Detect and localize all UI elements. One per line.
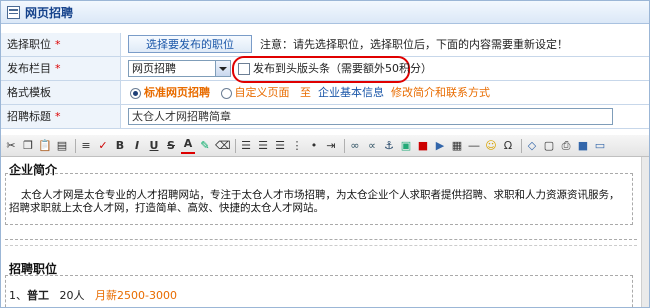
divider — [5, 239, 637, 240]
chevron-down-icon[interactable] — [215, 61, 230, 76]
smiley-icon[interactable]: ☺ — [484, 139, 498, 153]
align-right-icon[interactable]: ☰ — [273, 139, 287, 153]
divider — [5, 245, 637, 246]
toolbar-separator — [344, 138, 345, 153]
eraser-icon[interactable]: ⌫ — [215, 139, 231, 153]
recruit-panel: 网页招聘 选择职位 * 选择要发布的职位 注意：请先选择职位，选择职位后，下面的内… — [0, 0, 650, 308]
underline-icon[interactable]: U — [147, 139, 161, 153]
italic-icon[interactable]: I — [130, 139, 144, 153]
headline-checkbox-group[interactable]: 发布到头版头条（需要额外50积分） — [238, 60, 432, 77]
position-note: 注意：请先选择职位，选择职位后，下面的内容需要重新设定！ — [260, 38, 568, 51]
align-center-icon[interactable]: ☰ — [256, 139, 270, 153]
column-select-value: 网页招聘 — [132, 62, 176, 75]
highlight-icon[interactable]: ✎ — [198, 139, 212, 153]
job-salary: 月薪2500-3000 — [95, 289, 177, 302]
source-icon[interactable]: ◇ — [525, 139, 539, 153]
editor-area[interactable]: 企业简介 太仓人才网是太仓专业的人才招聘网站，专注于太仓人才市场招聘，为太仓企业… — [1, 157, 641, 307]
job-count: 20人 — [59, 289, 85, 302]
paste-icon[interactable]: 📋 — [38, 139, 52, 153]
company-info-link[interactable]: 企业基本信息 — [318, 86, 384, 99]
edit-profile-link[interactable]: 修改简介和联系方式 — [391, 86, 490, 99]
hr-icon[interactable]: ― — [467, 139, 481, 153]
to-label: 至 — [300, 86, 311, 99]
row-position: 选择职位 * 选择要发布的职位 注意：请先选择职位，选择职位后，下面的内容需要重新… — [1, 33, 649, 57]
editor-toolbar: ✂ ❐ 📋 ▤ ≡ ✓ B I U S A ✎ ⌫ ☰ ☰ ☰ ⋮ • ⇥ ∞ … — [1, 135, 649, 157]
required-mark: * — [55, 38, 61, 51]
column-select[interactable]: 网页招聘 — [128, 60, 231, 77]
format-icon[interactable]: ≡ — [79, 139, 93, 153]
toolbar-separator — [235, 138, 236, 153]
font-color-icon[interactable]: A — [181, 137, 195, 154]
template-value-cell: 标准网页招聘 自定义页面 至 企业基本信息 修改简介和联系方式 — [123, 81, 649, 104]
unlink-icon[interactable]: ∝ — [365, 139, 379, 153]
radio-custom[interactable] — [220, 87, 232, 99]
job-index: 1、 — [9, 289, 27, 302]
strike-icon[interactable]: S — [164, 139, 178, 153]
row-column: 发布栏目 * 网页招聘 发布到头版头条（需要额外50积分） — [1, 56, 649, 83]
fullscreen-icon[interactable]: ■ — [576, 139, 590, 153]
job-name: 普工 — [27, 289, 49, 302]
copy-icon[interactable]: ❐ — [21, 139, 35, 153]
image-icon[interactable]: ▣ — [399, 139, 413, 153]
bold-icon[interactable]: B — [113, 139, 127, 153]
template-label: 格式模板 — [7, 86, 51, 99]
preview-icon[interactable]: ▢ — [542, 139, 556, 153]
position-value-cell: 选择要发布的职位 注意：请先选择职位，选择职位后，下面的内容需要重新设定！ — [123, 33, 649, 56]
paste-text-icon[interactable]: ▤ — [55, 139, 69, 153]
print-icon[interactable]: ⎙ — [559, 139, 573, 153]
row-template: 格式模板 标准网页招聘 自定义页面 至 企业基本信息 修改简介和联系方式 — [1, 81, 649, 105]
position-label-cell: 选择职位 * — [1, 33, 121, 56]
spell-icon[interactable]: ✓ — [96, 139, 110, 153]
required-mark: * — [55, 62, 61, 75]
panel-title: 网页招聘 — [25, 5, 74, 20]
title-label: 招聘标题 — [7, 110, 51, 123]
position-label: 选择职位 — [7, 38, 51, 51]
window-icon — [7, 5, 20, 19]
media-icon[interactable]: ▶ — [433, 139, 447, 153]
specialchar-icon[interactable]: Ω — [501, 139, 515, 153]
headline-checkbox[interactable] — [238, 62, 250, 75]
title-value-cell: 太仓人才网招聘简章 — [123, 105, 649, 128]
job-item: 1、普工 20人 月薪2500-3000 — [9, 287, 177, 303]
about-icon[interactable]: ▭ — [593, 139, 607, 153]
option-standard-label[interactable]: 标准网页招聘 — [144, 86, 210, 99]
panel-titlebar: 网页招聘 — [1, 1, 649, 24]
template-options: 标准网页招聘 自定义页面 至 企业基本信息 修改简介和联系方式 — [130, 81, 490, 104]
anchor-icon[interactable]: ⚓ — [382, 139, 396, 153]
list-ul-icon[interactable]: • — [307, 139, 321, 153]
toolbar-separator — [75, 138, 76, 153]
option-custom-label[interactable]: 自定义页面 — [235, 86, 290, 99]
required-mark: * — [55, 110, 61, 123]
flash-icon[interactable]: ■ — [416, 139, 430, 153]
template-label-cell: 格式模板 — [1, 81, 121, 104]
row-title: 招聘标题 * 太仓人才网招聘简章 — [1, 105, 649, 129]
radio-standard[interactable] — [130, 87, 141, 99]
column-value-cell: 网页招聘 发布到头版头条（需要额外50积分） — [123, 56, 649, 83]
column-label-cell: 发布栏目 * — [1, 57, 121, 80]
cut-icon[interactable]: ✂ — [4, 139, 18, 153]
title-label-cell: 招聘标题 * — [1, 105, 121, 128]
company-description: 太仓人才网是太仓专业的人才招聘网站，专注于太仓人才市场招聘，为太仓企业个人求职者… — [9, 189, 620, 214]
column-label: 发布栏目 — [7, 62, 51, 75]
title-input[interactable]: 太仓人才网招聘简章 — [128, 108, 613, 125]
link-icon[interactable]: ∞ — [348, 139, 362, 153]
indent-icon[interactable]: ⇥ — [324, 139, 338, 153]
list-ol-icon[interactable]: ⋮ — [290, 139, 304, 153]
align-left-icon[interactable]: ☰ — [239, 139, 253, 153]
headline-checkbox-label: 发布到头版头条（需要额外50积分） — [253, 62, 432, 75]
toolbar-separator — [521, 138, 522, 153]
select-position-button[interactable]: 选择要发布的职位 — [128, 35, 252, 53]
table-icon[interactable]: ▦ — [450, 139, 464, 153]
editor-scrollbar[interactable] — [641, 157, 649, 307]
